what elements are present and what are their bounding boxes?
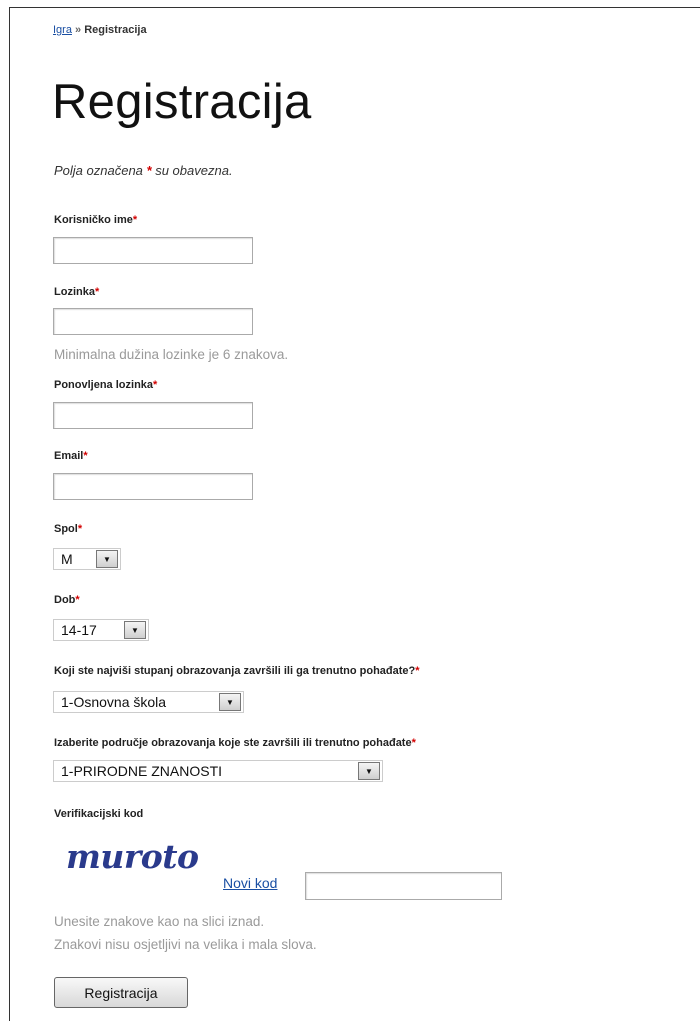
age-label: Dob*: [54, 594, 80, 606]
required-star: *: [83, 450, 88, 462]
required-star: *: [94, 286, 100, 298]
email-label-text: Email: [54, 450, 84, 462]
password-label-text: Lozinka: [54, 286, 95, 298]
education-level-label-text: Koji ste najviši stupanj obrazovanja zav…: [54, 665, 416, 677]
password-repeat-label: Ponovljena lozinka*: [54, 379, 157, 391]
required-star: *: [77, 523, 83, 535]
required-star: *: [146, 163, 152, 178]
breadcrumb: Igra » Registracija: [53, 24, 147, 36]
required-star: *: [153, 379, 158, 391]
age-select[interactable]: 14-17 ▼: [53, 619, 149, 641]
password-input[interactable]: [53, 308, 253, 335]
required-star: *: [411, 737, 416, 749]
required-star: *: [132, 214, 138, 226]
required-star: *: [75, 594, 80, 606]
email-input[interactable]: [53, 473, 253, 500]
age-label-text: Dob: [54, 594, 76, 606]
username-label-text: Korisničko ime: [54, 214, 133, 226]
password-repeat-label-text: Ponovljena lozinka: [54, 379, 154, 391]
education-level-select[interactable]: 1-Osnovna škola ▼: [53, 691, 244, 713]
captcha-image: muroto: [66, 837, 199, 876]
username-label: Korisničko ime*: [54, 214, 137, 226]
education-field-select-value: 1-PRIRODNE ZNANOSTI: [61, 763, 223, 779]
gender-label: Spol*: [54, 523, 82, 535]
page-title: Registracija: [52, 75, 312, 129]
education-field-label: Izaberite područje obrazovanja koje ste …: [54, 737, 416, 749]
gender-label-text: Spol: [54, 523, 78, 535]
age-select-value: 14-17: [61, 622, 97, 638]
password-repeat-input[interactable]: [53, 402, 253, 429]
chevron-down-icon[interactable]: ▼: [358, 762, 380, 780]
education-level-select-value: 1-Osnovna škola: [61, 694, 167, 710]
captcha-hint-line2: Znakovi nisu osjetljivi na velika i mala…: [54, 937, 317, 952]
gender-select-value: M: [61, 551, 73, 567]
required-note-text-end: su obavezna.: [155, 163, 233, 178]
register-button[interactable]: Registracija: [54, 977, 188, 1008]
education-level-label: Koji ste najviši stupanj obrazovanja zav…: [54, 665, 420, 677]
chevron-down-icon[interactable]: ▼: [96, 550, 118, 568]
captcha-hint-line1: Unesite znakove kao na slici iznad.: [54, 914, 265, 929]
required-star: *: [415, 665, 420, 677]
captcha-label: Verifikacijski kod: [54, 808, 144, 820]
new-code-link[interactable]: Novi kod: [223, 875, 277, 891]
password-label: Lozinka*: [54, 286, 99, 298]
username-input[interactable]: [53, 237, 253, 264]
captcha-input[interactable]: [305, 872, 502, 900]
chevron-down-icon[interactable]: ▼: [124, 621, 146, 639]
education-field-select[interactable]: 1-PRIRODNE ZNANOSTI ▼: [53, 760, 383, 782]
education-field-label-text: Izaberite područje obrazovanja koje ste …: [54, 737, 412, 749]
required-note: Polja označena * su obavezna.: [54, 163, 233, 178]
breadcrumb-current: Registracija: [84, 24, 147, 36]
email-label: Email*: [54, 450, 88, 462]
gender-select[interactable]: M ▼: [53, 548, 121, 570]
breadcrumb-home-link[interactable]: Igra: [53, 24, 72, 36]
required-note-text: Polja označena: [54, 163, 143, 178]
chevron-down-icon[interactable]: ▼: [219, 693, 241, 711]
breadcrumb-separator: »: [75, 24, 82, 36]
password-hint: Minimalna dužina lozinke je 6 znakova.: [54, 347, 289, 362]
